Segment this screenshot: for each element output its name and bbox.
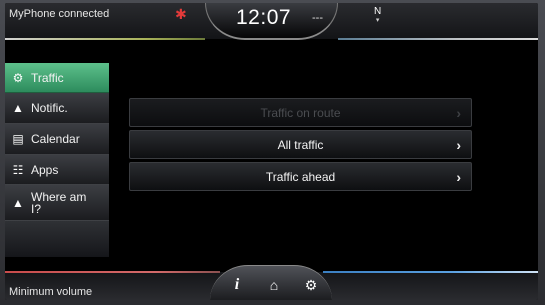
sidebar-item-calendar[interactable]: ▤ Calendar <box>5 124 109 155</box>
chevron-right-icon: › <box>456 137 461 153</box>
infotainment-screen: MyPhone connected ✱ 12:07 --- N ▾ ⚙ Traf… <box>5 3 538 300</box>
sidebar-item-label: Where am I? <box>31 189 87 216</box>
chevron-right-icon: › <box>456 169 461 185</box>
sidebar-item-where-am-i[interactable]: ▲ Where am I? <box>5 185 109 221</box>
traffic-on-route-button[interactable]: Traffic on route › <box>129 98 472 127</box>
clock: 12:07 <box>236 6 292 29</box>
sidebar-item-label: Calendar <box>31 132 80 146</box>
compass-indicator: N ▾ <box>374 6 382 25</box>
chevron-right-icon: › <box>456 105 461 121</box>
button-label: Traffic ahead <box>265 169 336 184</box>
compass-arrow-icon: ▾ <box>375 17 380 24</box>
bottom-accent-left <box>5 271 220 273</box>
home-icon[interactable]: ⌂ <box>263 275 285 295</box>
sidebar-item-label: Traffic <box>31 70 64 85</box>
sidebar-item-label: Notific. <box>31 101 68 115</box>
warning-icon: ▲ <box>12 101 24 115</box>
settings-icon[interactable]: ⚙ <box>300 275 322 295</box>
status-accent-left <box>5 38 205 40</box>
info-icon[interactable]: i <box>226 275 248 295</box>
phone-connection-status: MyPhone connected <box>9 8 110 20</box>
sidebar-item-notifications[interactable]: ▲ Notific. <box>5 93 109 124</box>
status-accent-right <box>338 38 538 40</box>
phone-alert-icon: ✱ <box>175 6 187 22</box>
sidebar: ⚙ Traffic ▲ Notific. ▤ Calendar ☷ Apps ▲… <box>5 63 109 257</box>
signal-indicator: --- <box>312 12 323 24</box>
traffic-icon: ⚙ <box>12 70 24 85</box>
bottom-accent-right <box>323 271 538 273</box>
sidebar-item-traffic[interactable]: ⚙ Traffic <box>5 63 109 93</box>
calendar-icon: ▤ <box>12 132 24 146</box>
button-label: Traffic on route <box>260 105 341 120</box>
sidebar-empty-slot <box>5 221 109 257</box>
traffic-ahead-button[interactable]: Traffic ahead › <box>129 162 472 191</box>
apps-icon: ☷ <box>12 162 24 177</box>
all-traffic-button[interactable]: All traffic › <box>129 130 472 159</box>
compass-heading: N <box>374 6 382 17</box>
volume-status-message: Minimum volume <box>9 286 93 298</box>
button-label: All traffic <box>277 137 324 152</box>
sidebar-item-label: Apps <box>31 162 59 177</box>
location-arrow-icon: ▲ <box>12 195 24 210</box>
sidebar-item-apps[interactable]: ☷ Apps <box>5 155 109 185</box>
